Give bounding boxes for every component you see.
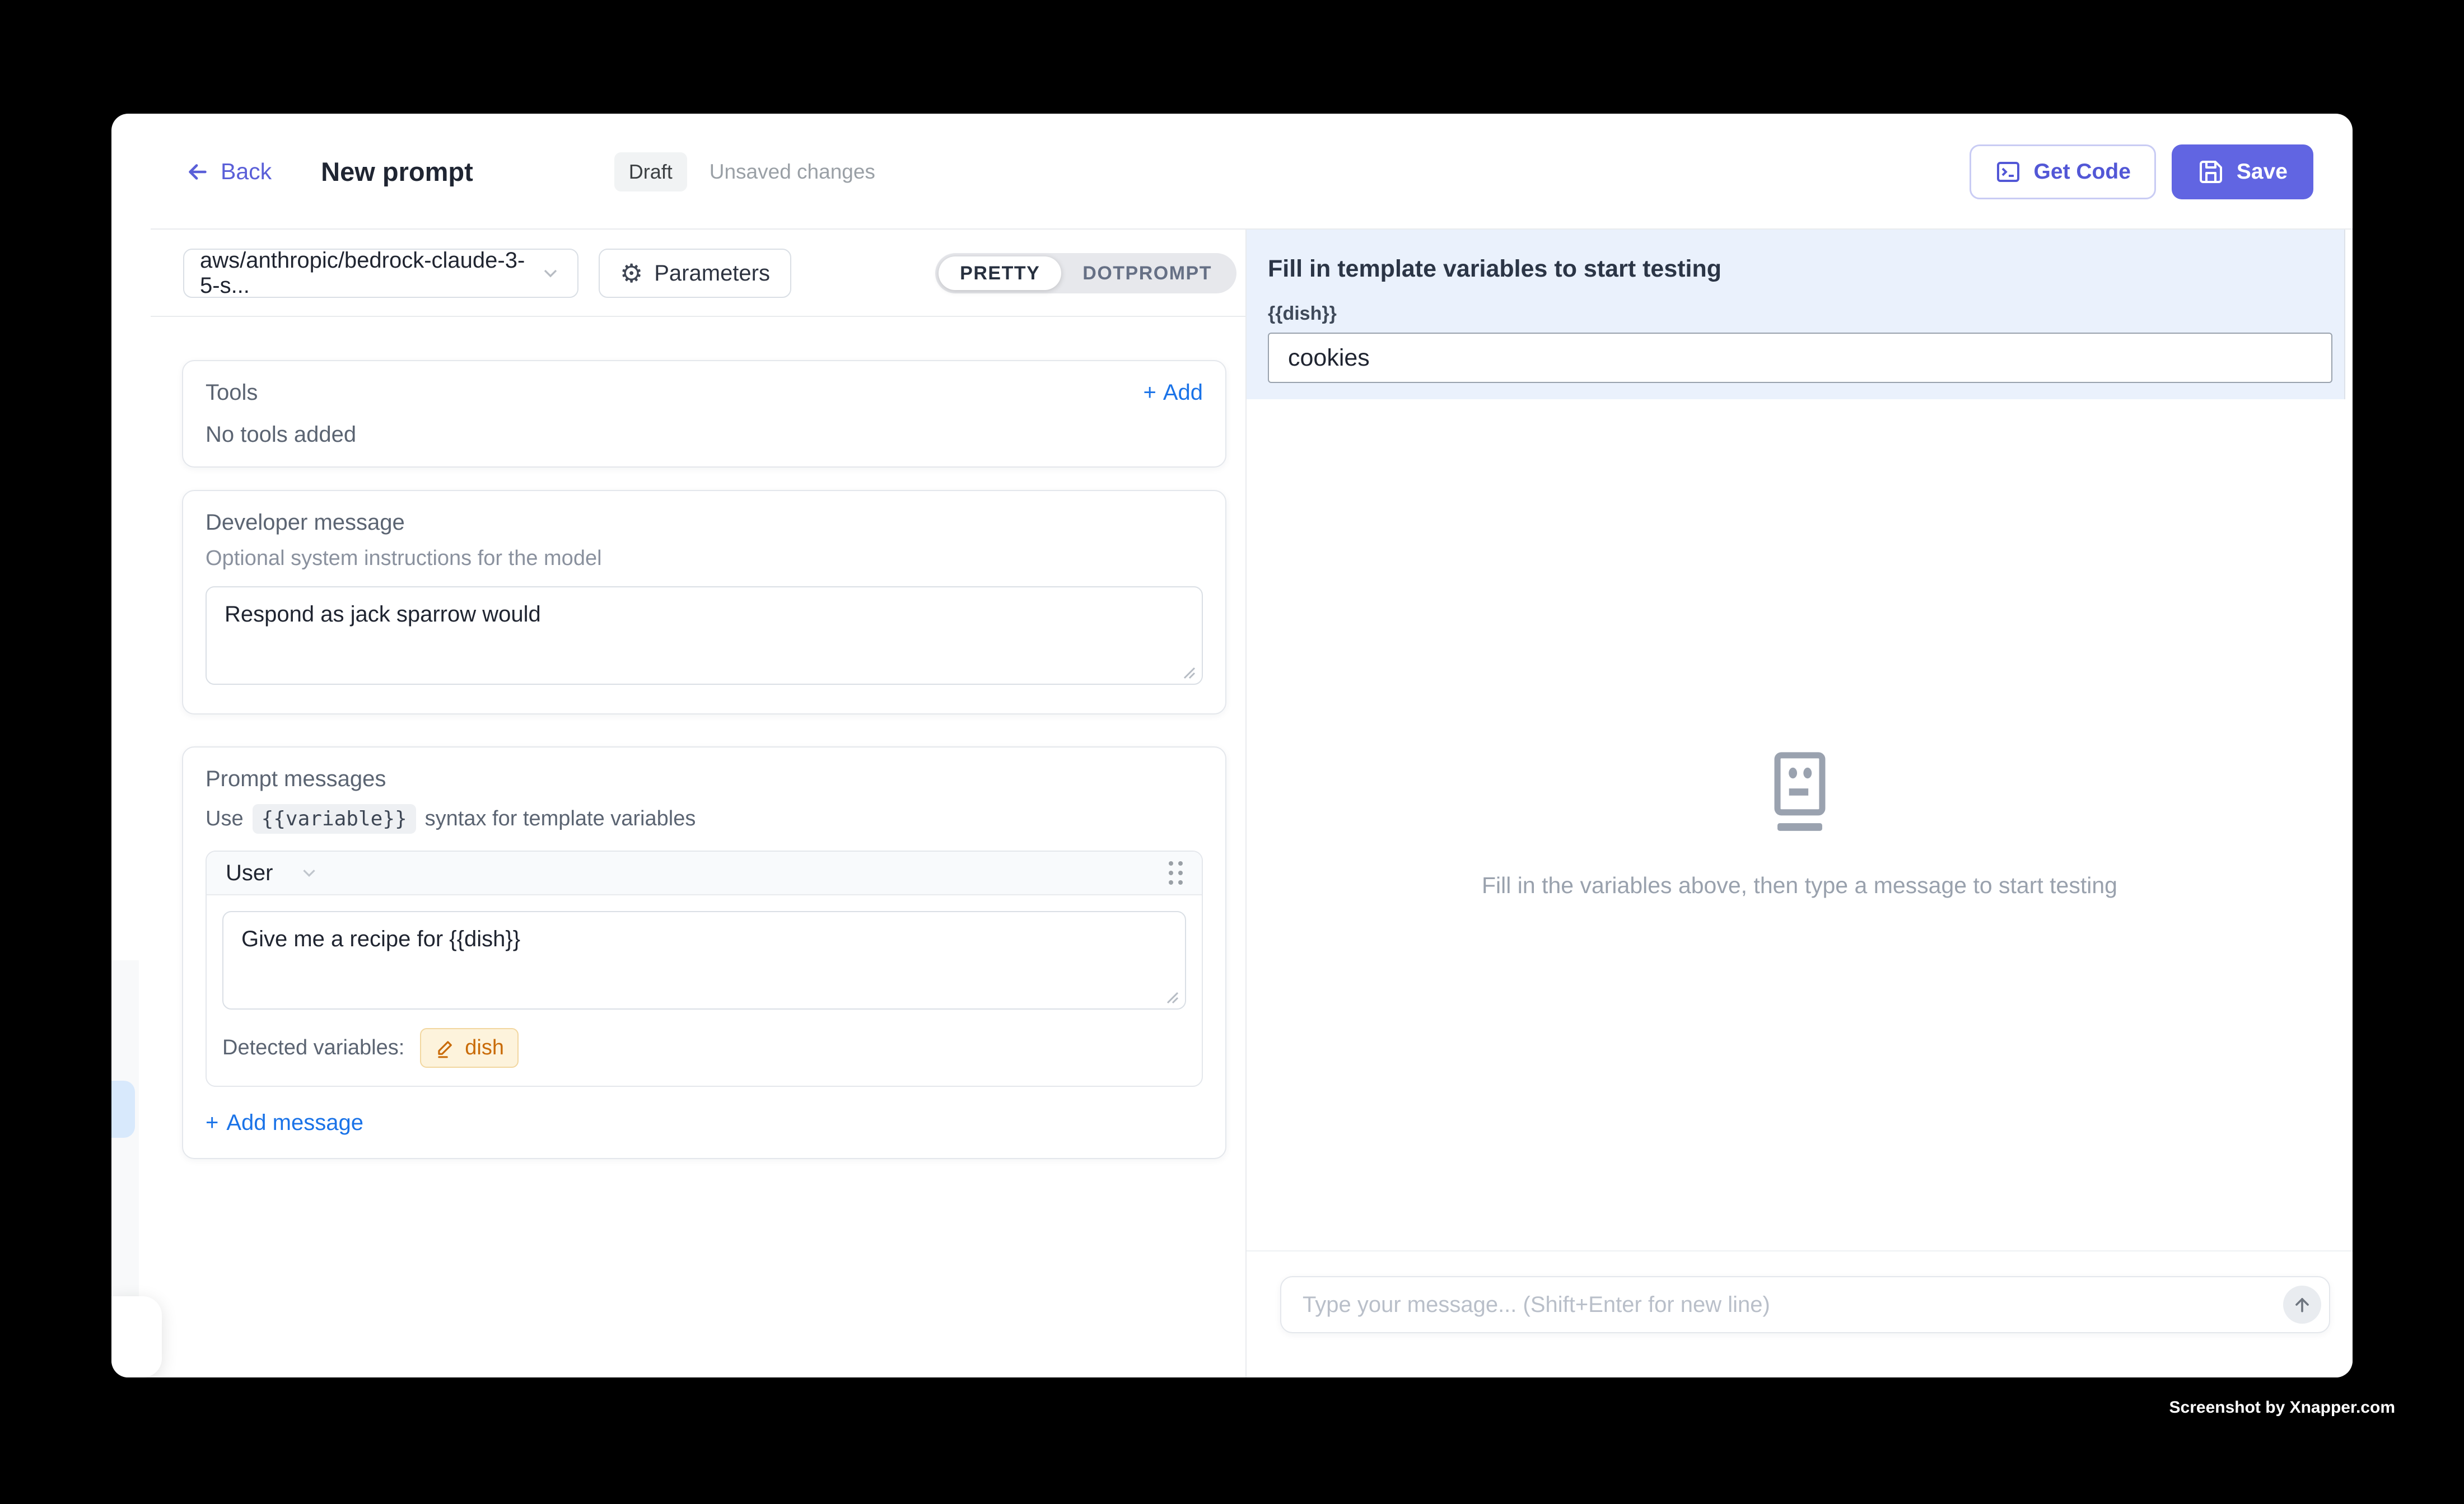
chevron-down-icon <box>298 862 320 884</box>
toggle-pretty[interactable]: PRETTY <box>939 256 1061 290</box>
pencil-icon <box>435 1038 456 1059</box>
model-select-value: aws/anthropic/bedrock-claude-3-5-s... <box>200 248 539 298</box>
get-code-label: Get Code <box>2034 160 2131 184</box>
variable-chip-dish[interactable]: dish <box>420 1028 519 1068</box>
variable-chip-label: dish <box>465 1036 504 1060</box>
plus-icon: + <box>1143 380 1156 405</box>
variable-syntax-chip: {{variable}} <box>253 804 416 834</box>
tools-empty-text: No tools added <box>206 422 1203 447</box>
arrow-left-icon <box>185 159 211 185</box>
test-panel: Fill in template variables to start test… <box>1245 230 2353 1377</box>
prompt-editor-panel: aws/anthropic/bedrock-claude-3-5-s... ⚙︎… <box>111 230 1245 1377</box>
developer-message-card: Developer message Optional system instru… <box>182 490 1226 714</box>
add-tool-button[interactable]: + Add <box>1143 380 1203 405</box>
tools-card: Tools + Add No tools added <box>182 360 1226 468</box>
view-mode-toggle: PRETTY DOTPROMPT <box>935 253 1236 293</box>
resize-grip-icon[interactable] <box>1179 663 1196 680</box>
model-select[interactable]: aws/anthropic/bedrock-claude-3-5-s... <box>183 249 578 298</box>
unsaved-changes-note: Unsaved changes <box>710 160 875 184</box>
back-label: Back <box>221 158 272 185</box>
get-code-button[interactable]: Get Code <box>1970 144 2156 199</box>
tools-title: Tools <box>206 380 258 405</box>
robot-face-icon <box>1766 751 1834 833</box>
prompt-messages-card: Prompt messages Use {{variable}} syntax … <box>182 746 1226 1159</box>
message-content-input[interactable]: Give me a recipe for {{dish}} <box>222 911 1186 1010</box>
variables-section-title: Fill in template variables to start test… <box>1268 255 2332 283</box>
add-message-label: Add message <box>226 1110 363 1136</box>
back-button[interactable]: Back <box>185 158 272 185</box>
status-badge: Draft <box>614 152 687 191</box>
scrollbar-track[interactable] <box>2344 230 2353 399</box>
toggle-dotprompt[interactable]: DOTPROMPT <box>1061 256 1233 290</box>
chat-input-bar <box>1247 1250 2353 1377</box>
chat-empty-text: Fill in the variables above, then type a… <box>1482 872 2117 899</box>
send-button[interactable] <box>2283 1286 2321 1324</box>
model-toolbar: aws/anthropic/bedrock-claude-3-5-s... ⚙︎… <box>111 230 1245 317</box>
message-header: User <box>207 852 1202 895</box>
add-tool-label: Add <box>1163 380 1203 405</box>
message-block: User Give me a recipe for {{ <box>206 851 1203 1087</box>
drag-handle-icon[interactable] <box>1169 861 1183 885</box>
template-hint: Use {{variable}} syntax for template var… <box>206 804 1203 834</box>
variable-dish-input[interactable] <box>1268 333 2332 383</box>
resize-grip-icon[interactable] <box>1163 988 1179 1005</box>
developer-message-subtitle: Optional system instructions for the mod… <box>206 547 1203 571</box>
prompt-messages-title: Prompt messages <box>206 767 1203 792</box>
chat-message-input[interactable] <box>1280 1276 2330 1333</box>
save-label: Save <box>2237 160 2288 184</box>
gear-icon: ⚙︎ <box>620 260 643 286</box>
detected-variables-label: Detected variables: <box>222 1036 404 1060</box>
header-bar: Back New prompt Draft Unsaved changes Ge… <box>111 114 2353 230</box>
left-edge-highlight <box>111 1081 135 1138</box>
developer-message-title: Developer message <box>206 510 1203 535</box>
arrow-up-icon <box>2291 1293 2313 1316</box>
variables-section: Fill in template variables to start test… <box>1247 230 2353 399</box>
parameters-label: Parameters <box>654 261 770 286</box>
variable-dish-label: {{dish}} <box>1268 303 2332 325</box>
terminal-icon <box>1995 158 2022 185</box>
plus-icon: + <box>206 1110 218 1136</box>
app-window: Back New prompt Draft Unsaved changes Ge… <box>111 114 2353 1377</box>
hint-suffix: syntax for template variables <box>425 807 696 831</box>
save-button[interactable]: Save <box>2172 144 2313 199</box>
hint-prefix: Use <box>206 807 244 831</box>
add-message-button[interactable]: + Add message <box>206 1110 1203 1136</box>
role-select[interactable]: User <box>226 861 320 886</box>
chat-empty-state: Fill in the variables above, then type a… <box>1247 399 2353 1250</box>
save-icon <box>2197 158 2224 185</box>
screenshot-credit: Screenshot by Xnapper.com <box>2169 1398 2395 1417</box>
page-title: New prompt <box>321 156 473 187</box>
role-value: User <box>226 861 273 886</box>
developer-message-input[interactable]: Respond as jack sparrow would <box>206 586 1203 685</box>
left-edge-floating-box <box>111 1296 162 1377</box>
chevron-down-icon <box>539 262 562 284</box>
parameters-button[interactable]: ⚙︎ Parameters <box>599 249 791 298</box>
